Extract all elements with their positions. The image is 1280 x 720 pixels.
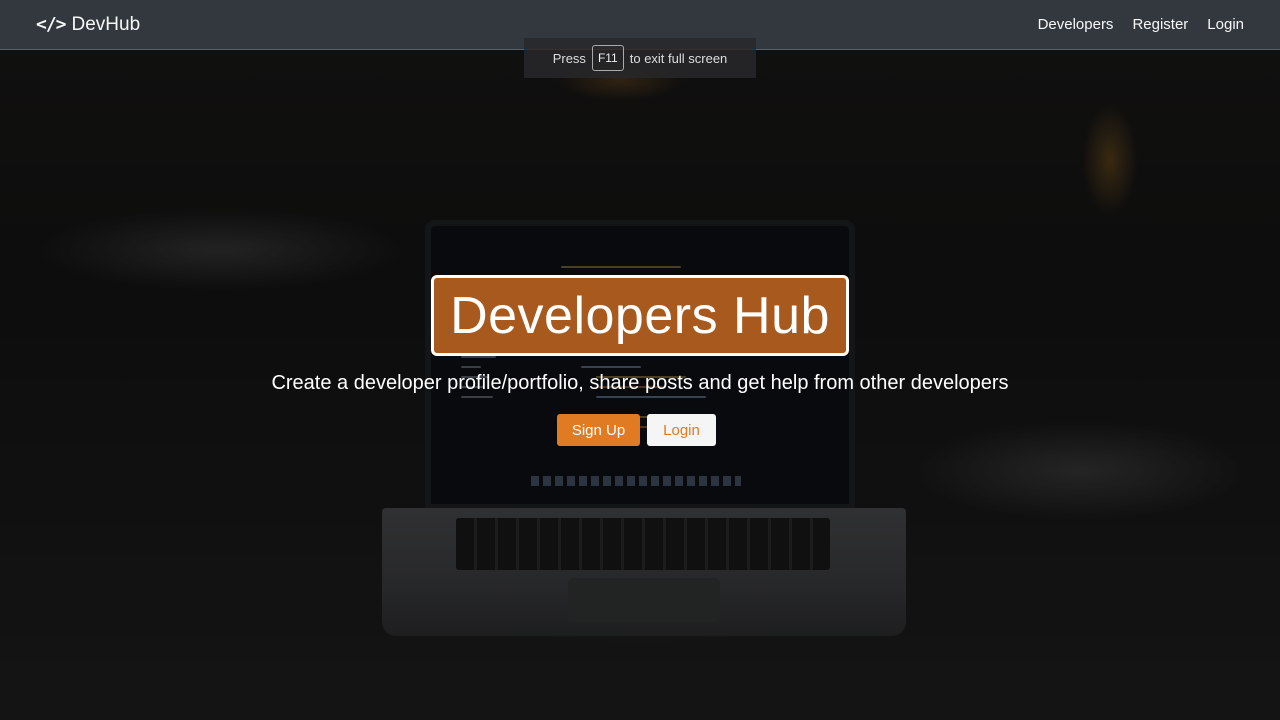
- fullscreen-notice-suffix: to exit full screen: [629, 50, 728, 66]
- sign-up-button[interactable]: Sign Up: [557, 414, 640, 446]
- nav-link-login[interactable]: Login: [1207, 16, 1244, 33]
- nav-link-developers[interactable]: Developers: [1038, 16, 1114, 33]
- hero-subtitle: Create a developer profile/portfolio, sh…: [271, 372, 1009, 394]
- nav-links: Developers Register Login: [1038, 16, 1244, 33]
- hero-buttons: Sign Up Login: [557, 414, 716, 446]
- nav-link-register[interactable]: Register: [1132, 16, 1188, 33]
- login-button[interactable]: Login: [647, 414, 716, 446]
- dark-overlay: [0, 0, 1280, 720]
- fullscreen-notice-prefix: Press: [552, 50, 586, 66]
- fullscreen-key: F11: [591, 45, 624, 71]
- code-icon: </>: [36, 14, 66, 35]
- fullscreen-notice: Press F11 to exit full screen: [524, 38, 756, 78]
- brand-link[interactable]: </> DevHub: [36, 14, 140, 36]
- brand-text: DevHub: [71, 13, 141, 35]
- hero-title-box: Developers Hub: [431, 275, 849, 356]
- hero-title: Developers Hub: [450, 286, 830, 345]
